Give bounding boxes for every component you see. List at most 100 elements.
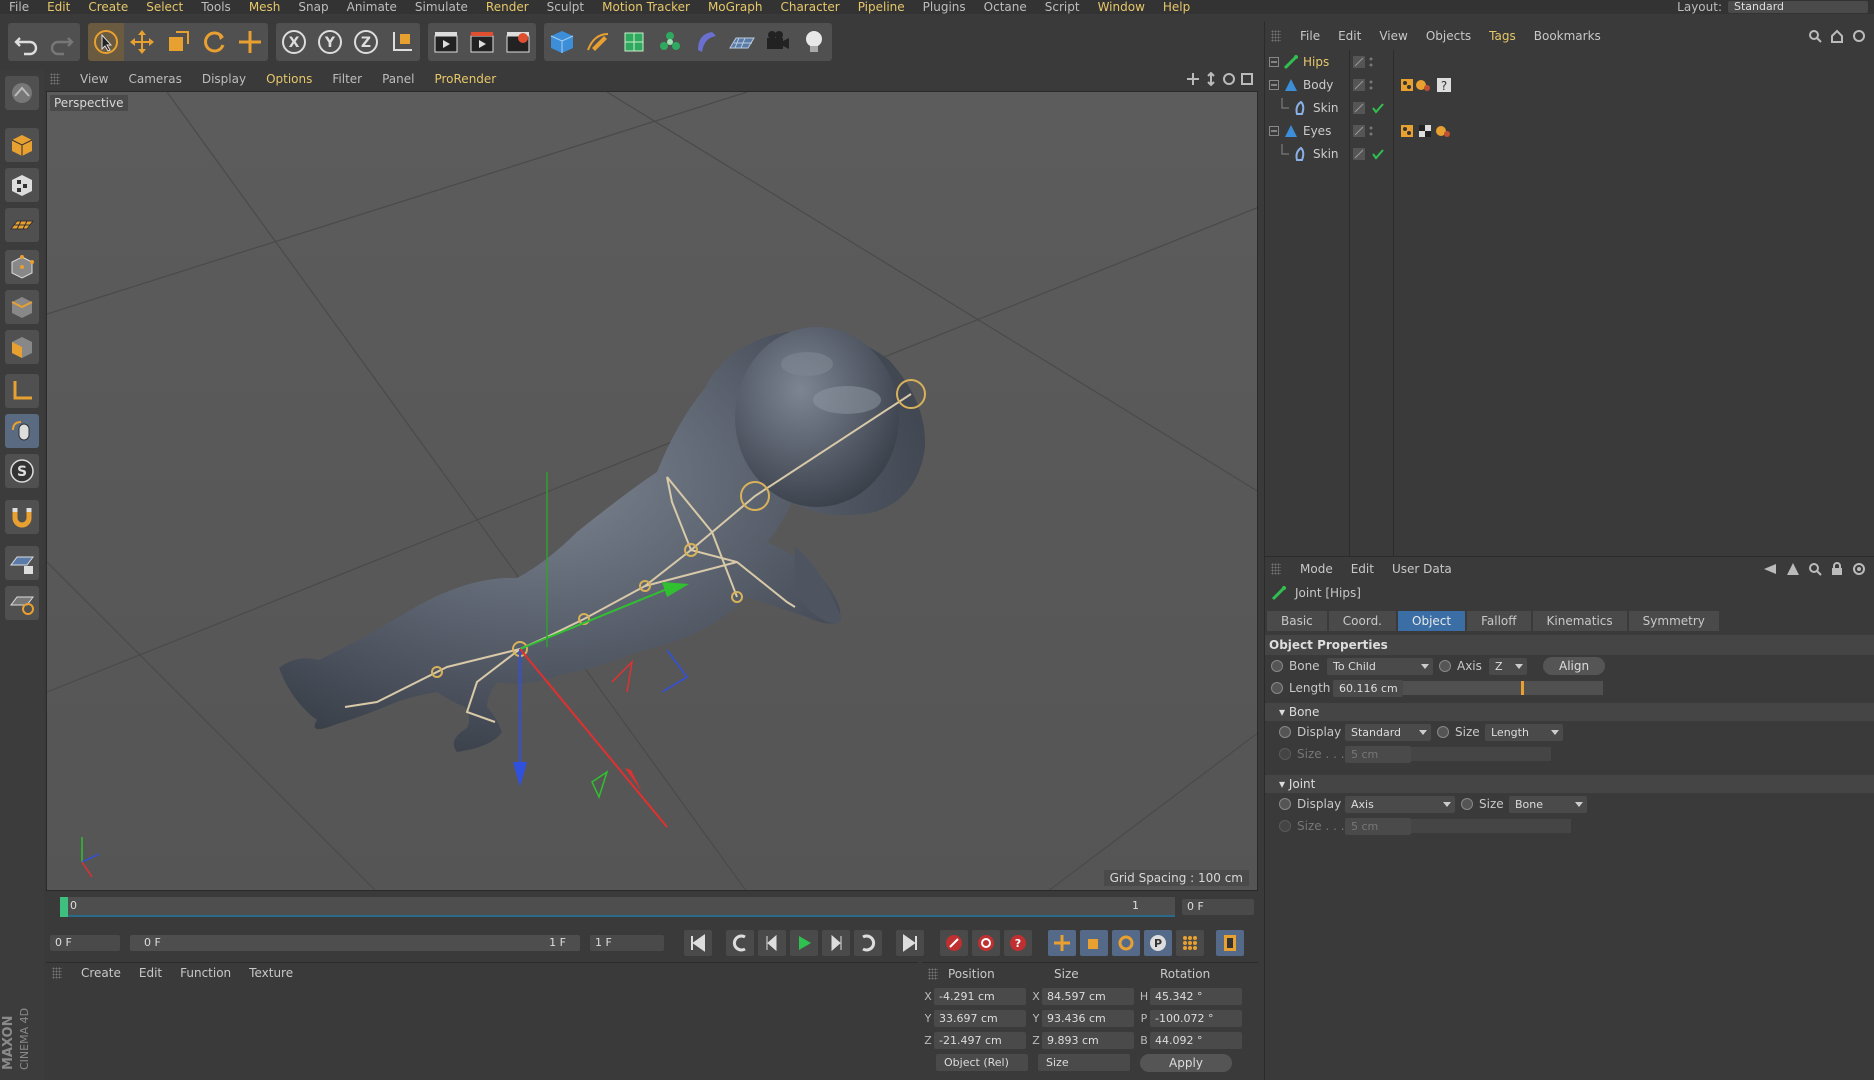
max-frame-field[interactable]: 1 F — [590, 935, 664, 951]
viewport-menu-filter[interactable]: Filter — [322, 72, 372, 86]
key-pla-toggle[interactable] — [1176, 930, 1204, 956]
collapse-icon[interactable] — [1269, 56, 1279, 67]
y-axis-lock-button[interactable]: Y — [312, 23, 348, 61]
pen-tool-button[interactable] — [580, 23, 616, 61]
objects-menu-bookmarks[interactable]: Bookmarks — [1525, 29, 1610, 43]
menu-animate[interactable]: Animate — [338, 0, 406, 14]
objects-menu-objects[interactable]: Objects — [1417, 29, 1480, 43]
position-y-field[interactable]: 33.697 cm — [934, 1009, 1026, 1027]
z-axis-lock-button[interactable]: Z — [348, 23, 384, 61]
layout-dropdown[interactable]: Standard — [1728, 1, 1868, 13]
axis-animate-radio[interactable] — [1439, 660, 1451, 672]
bone-display-animate-radio[interactable] — [1279, 726, 1291, 738]
current-frame-field[interactable]: 0 F — [1182, 899, 1254, 915]
key-rotation-toggle[interactable] — [1112, 930, 1140, 956]
enable-axis-button[interactable] — [5, 374, 39, 408]
timeline-window-button[interactable] — [1216, 930, 1244, 956]
panel-grip-icon[interactable] — [1271, 563, 1281, 575]
search-icon[interactable] — [1808, 29, 1822, 43]
bone-group-header[interactable]: ▾ Bone — [1265, 703, 1874, 721]
maximize-view-icon[interactable] — [1240, 72, 1254, 86]
joint-group-header[interactable]: ▾ Joint — [1265, 775, 1874, 793]
viewport-menu-prorender[interactable]: ProRender — [424, 72, 506, 86]
min-frame-field[interactable]: 0 F — [50, 935, 120, 951]
menu-sculpt[interactable]: Sculpt — [538, 0, 593, 14]
menu-window[interactable]: Window — [1089, 0, 1154, 14]
viewport-menu-view[interactable]: View — [70, 72, 118, 86]
size-mode-dropdown[interactable]: Size — [1038, 1054, 1130, 1071]
object-row-eyes[interactable]: Eyes — [1265, 119, 1874, 142]
length-slider-handle[interactable] — [1521, 681, 1524, 695]
joint-display-dropdown[interactable]: Axis — [1345, 795, 1455, 813]
menu-tools[interactable]: Tools — [192, 0, 240, 14]
scale-button[interactable] — [160, 23, 196, 61]
previous-keyframe-button[interactable] — [726, 930, 754, 956]
menu-edit[interactable]: Edit — [38, 0, 79, 14]
timeline-ruler[interactable]: 0 1 — [60, 897, 1175, 917]
length-slider[interactable] — [1403, 681, 1603, 695]
viewport-menu-panel[interactable]: Panel — [372, 72, 424, 86]
play-forwards-button[interactable] — [790, 930, 818, 956]
next-frame-button[interactable] — [822, 930, 850, 956]
menu-mesh[interactable]: Mesh — [240, 0, 290, 14]
panel-grip-icon[interactable] — [928, 968, 938, 980]
tab-symmetry[interactable]: Symmetry — [1628, 611, 1719, 631]
attr-menu-edit[interactable]: Edit — [1342, 562, 1383, 576]
cloner-button[interactable] — [652, 23, 688, 61]
key-parameter-toggle[interactable]: P — [1144, 930, 1172, 956]
collapse-icon[interactable] — [1269, 125, 1279, 136]
locked-workplane-button[interactable] — [5, 546, 39, 580]
tab-coord[interactable]: Coord. — [1328, 611, 1396, 631]
timeline-playhead[interactable] — [60, 897, 68, 917]
tab-object[interactable]: Object — [1398, 611, 1466, 631]
menu-script[interactable]: Script — [1036, 0, 1089, 14]
floor-button[interactable] — [724, 23, 760, 61]
attr-menu-user-data[interactable]: User Data — [1383, 562, 1461, 576]
lock-icon[interactable] — [1830, 562, 1844, 576]
object-row-body[interactable]: Body ? — [1265, 73, 1874, 96]
x-axis-lock-button[interactable]: X — [276, 23, 312, 61]
edges-mode-button[interactable] — [5, 290, 39, 324]
visibility-toggle-icon[interactable] — [1353, 124, 1379, 138]
undo-button[interactable] — [8, 23, 44, 61]
record-active-objects-button[interactable] — [940, 930, 968, 956]
menu-file[interactable]: File — [0, 0, 38, 14]
bend-deformer-button[interactable] — [688, 23, 724, 61]
menu-select[interactable]: Select — [137, 0, 192, 14]
panel-grip-icon[interactable] — [1271, 30, 1281, 42]
polygons-mode-button[interactable] — [5, 330, 39, 364]
menu-render[interactable]: Render — [477, 0, 538, 14]
menu-create[interactable]: Create — [79, 0, 137, 14]
object-row-hips[interactable]: Hips — [1265, 50, 1874, 73]
menu-octane[interactable]: Octane — [975, 0, 1036, 14]
camera-button[interactable] — [760, 23, 796, 61]
key-scale-toggle[interactable] — [1080, 930, 1108, 956]
go-to-start-button[interactable] — [684, 930, 712, 956]
up-arrow-icon[interactable] — [1786, 562, 1800, 576]
preview-range-slider[interactable]: 0 F 1 F — [130, 935, 580, 951]
bone-animate-radio[interactable] — [1271, 660, 1283, 672]
render-view-button[interactable] — [428, 23, 464, 61]
rotation-h-field[interactable]: 45.342 ° — [1150, 987, 1242, 1005]
zoom-view-icon[interactable] — [1204, 71, 1218, 87]
material-menu-texture[interactable]: Texture — [240, 966, 302, 980]
redo-button[interactable] — [44, 23, 80, 61]
pan-view-icon[interactable] — [1186, 72, 1200, 86]
material-menu-create[interactable]: Create — [72, 966, 130, 980]
attr-menu-mode[interactable]: Mode — [1291, 562, 1342, 576]
material-menu-function[interactable]: Function — [171, 966, 240, 980]
key-position-toggle[interactable] — [1048, 930, 1076, 956]
previous-frame-button[interactable] — [758, 930, 786, 956]
objects-menu-file[interactable]: File — [1291, 29, 1329, 43]
joint-display-animate-radio[interactable] — [1279, 798, 1291, 810]
tweak-mode-button[interactable] — [5, 414, 39, 448]
tags-strip[interactable]: ? — [1399, 76, 1455, 94]
menu-pipeline[interactable]: Pipeline — [849, 0, 914, 14]
object-row-body-skin[interactable]: Skin — [1265, 96, 1874, 119]
perspective-viewport[interactable]: Perspective Grid Spacing : 100 cm — [46, 91, 1258, 891]
material-menu-edit[interactable]: Edit — [130, 966, 171, 980]
axis-dropdown[interactable]: Z — [1489, 657, 1527, 675]
objects-menu-edit[interactable]: Edit — [1329, 29, 1370, 43]
points-mode-button[interactable] — [5, 250, 39, 284]
bone-size-animate-radio[interactable] — [1437, 726, 1449, 738]
